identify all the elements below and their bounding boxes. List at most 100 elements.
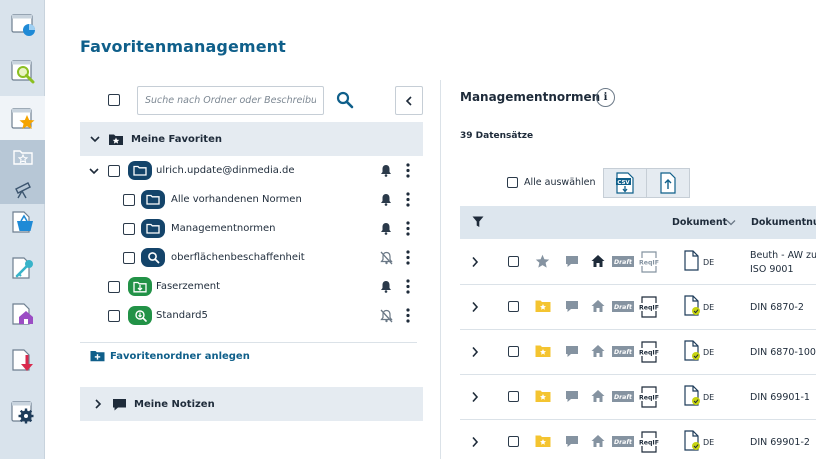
more-options-icon[interactable] [405, 250, 411, 265]
more-options-icon[interactable] [405, 163, 411, 178]
document-icon[interactable] [683, 250, 701, 272]
folder-name[interactable]: Managementnormen [171, 223, 276, 234]
folder-name[interactable]: ulrich.update@dinmedia.de [156, 165, 295, 176]
document-number[interactable]: DIN 6870-2 [750, 301, 804, 315]
folder-name[interactable]: Alle vorhandenen Normen [171, 194, 302, 205]
row-checkbox[interactable] [508, 346, 519, 357]
document-icon[interactable] [683, 340, 701, 362]
draft-badge-icon[interactable]: Draft [612, 391, 634, 402]
bell-icon[interactable] [380, 164, 392, 177]
select-all-toggle[interactable]: Alle auswählen [507, 177, 596, 188]
draft-badge-icon[interactable]: Draft [612, 346, 634, 357]
filter-icon[interactable] [472, 216, 484, 228]
folder-name[interactable]: Faserzement [156, 281, 220, 292]
home-icon[interactable] [591, 434, 605, 448]
select-all-checkbox[interactable] [507, 177, 518, 188]
dashboard-rail-button[interactable] [0, 2, 45, 46]
column-header-document-number[interactable]: Dokumentnum [751, 217, 816, 228]
create-favorites-folder-button[interactable]: Favoritenordner anlegen [90, 350, 250, 362]
folder-checkbox[interactable] [123, 252, 135, 264]
reqif-icon[interactable]: ReqIF [639, 431, 659, 453]
folder-name[interactable]: Standard5 [156, 310, 208, 321]
tree-row-shared-folder[interactable]: Faserzement [80, 273, 423, 302]
favorites-section-header[interactable]: Meine Favoriten [80, 122, 423, 156]
sort-chevron-icon[interactable] [726, 219, 736, 226]
home-icon[interactable] [591, 254, 605, 268]
chevron-right-icon[interactable] [471, 301, 479, 313]
more-options-icon[interactable] [405, 308, 411, 323]
folder-checkbox[interactable] [108, 310, 120, 322]
document-number[interactable]: DIN 69901-1 [750, 391, 810, 405]
chevron-right-icon[interactable] [471, 346, 479, 358]
chevron-right-icon[interactable] [471, 436, 479, 448]
reqif-icon[interactable]: ReqIF [639, 251, 659, 273]
table-row[interactable]: Draft ReqIF DE Beuth - AW zu ISO 9001 [460, 240, 816, 285]
folder-checkbox[interactable] [123, 194, 135, 206]
chevron-down-icon[interactable] [89, 167, 99, 175]
notes-section-header[interactable]: Meine Notizen [80, 387, 423, 421]
reqif-icon[interactable]: ReqIF [639, 296, 659, 318]
table-row[interactable]: Draft ReqIF DE DIN 69901-2 [460, 420, 816, 459]
tree-row-shared-search[interactable]: Standard5 [80, 302, 423, 331]
tree-row-folder[interactable]: Managementnormen [80, 215, 423, 244]
comment-icon[interactable] [565, 435, 579, 448]
comment-icon[interactable] [565, 345, 579, 358]
bell-icon[interactable] [380, 280, 392, 293]
home-rail-button[interactable] [0, 292, 45, 336]
reqif-icon[interactable]: ReqIF [639, 386, 659, 408]
select-all-folders-checkbox[interactable] [108, 94, 120, 106]
document-number[interactable]: DIN 6870-100 [750, 346, 816, 360]
more-options-icon[interactable] [405, 279, 411, 294]
document-number[interactable]: Beuth - AW zu ISO 9001 [750, 249, 816, 277]
comment-icon[interactable] [565, 390, 579, 403]
collapse-panel-button[interactable] [395, 86, 423, 115]
tree-row-saved-search[interactable]: oberflächenbeschaffenheit [80, 244, 423, 273]
home-icon[interactable] [591, 299, 605, 313]
document-number[interactable]: DIN 69901-2 [750, 436, 810, 450]
chevron-right-icon[interactable] [471, 256, 479, 268]
more-options-icon[interactable] [405, 221, 411, 236]
tree-row-account[interactable]: ulrich.update@dinmedia.de [80, 157, 423, 186]
home-icon[interactable] [591, 389, 605, 403]
info-icon[interactable]: i [596, 88, 615, 107]
folder-checkbox[interactable] [108, 165, 120, 177]
download-rail-button[interactable] [0, 338, 45, 382]
table-row[interactable]: Draft ReqIF DE DIN 6870-100 [460, 330, 816, 375]
row-checkbox[interactable] [508, 256, 519, 267]
document-icon[interactable] [683, 385, 701, 407]
row-checkbox[interactable] [508, 391, 519, 402]
draft-badge-icon[interactable]: Draft [612, 436, 634, 447]
settings-rail-button[interactable] [0, 390, 45, 434]
table-row[interactable]: Draft ReqIF DE DIN 6870-2 [460, 285, 816, 330]
folder-name[interactable]: oberflächenbeschaffenheit [171, 252, 305, 263]
home-icon[interactable] [591, 344, 605, 358]
reqif-icon[interactable]: ReqIF [639, 341, 659, 363]
draft-badge-icon[interactable]: Draft [612, 301, 634, 312]
search-icon[interactable] [336, 91, 354, 109]
draft-badge-icon[interactable]: Draft [612, 256, 634, 267]
csv-export-button[interactable]: CSV [603, 168, 647, 198]
folder-checkbox[interactable] [123, 223, 135, 235]
share-export-button[interactable] [646, 168, 690, 198]
favorites-folder-rail-button[interactable] [0, 140, 45, 174]
bell-icon[interactable] [380, 222, 392, 235]
more-options-icon[interactable] [405, 192, 411, 207]
comment-icon[interactable] [565, 255, 579, 268]
document-icon[interactable] [683, 295, 701, 317]
yellow-folder-icon[interactable] [535, 299, 551, 313]
yellow-folder-icon[interactable] [535, 344, 551, 358]
search-rail-button[interactable] [0, 49, 45, 93]
row-checkbox[interactable] [508, 436, 519, 447]
bell-off-icon[interactable] [380, 309, 393, 323]
key-rail-button[interactable] [0, 246, 45, 290]
star-icon[interactable] [535, 254, 550, 269]
row-checkbox[interactable] [508, 301, 519, 312]
folder-checkbox[interactable] [108, 281, 120, 293]
yellow-folder-icon[interactable] [535, 434, 551, 448]
yellow-folder-icon[interactable] [535, 389, 551, 403]
column-header-document[interactable]: Dokument [672, 217, 727, 228]
chevron-right-icon[interactable] [471, 391, 479, 403]
comment-icon[interactable] [565, 300, 579, 313]
basket-rail-button[interactable] [0, 200, 45, 244]
tree-row-folder[interactable]: Alle vorhandenen Normen [80, 186, 423, 215]
